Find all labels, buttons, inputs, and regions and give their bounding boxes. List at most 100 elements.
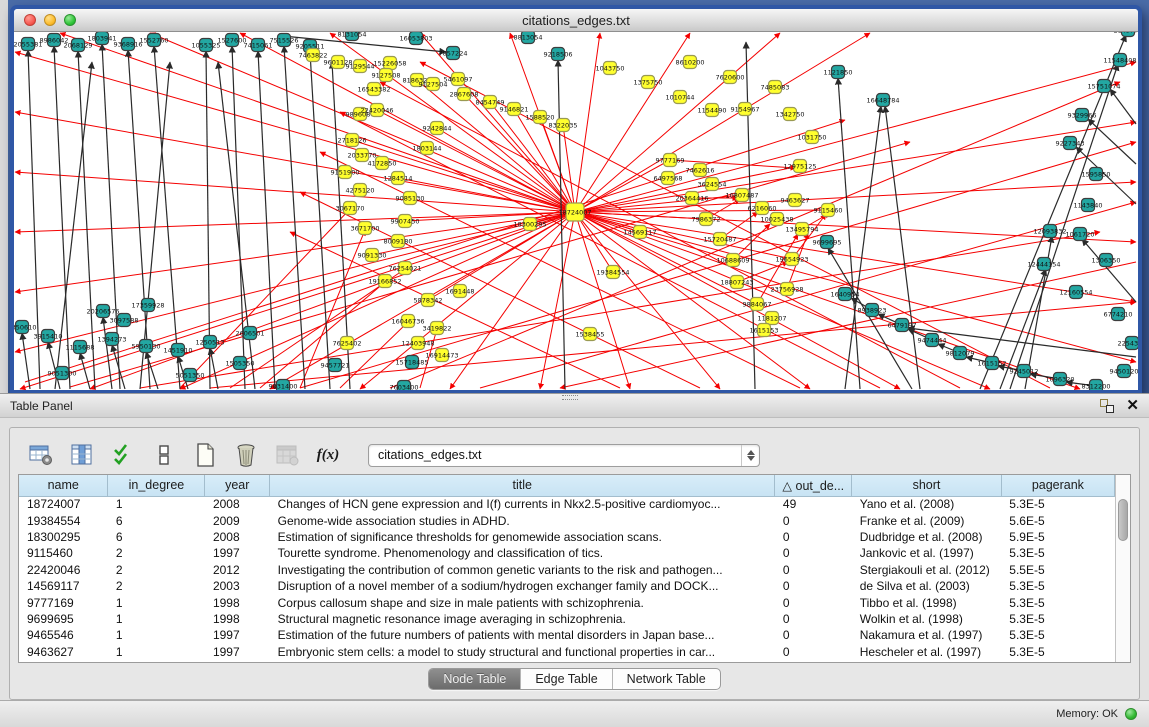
graph-node[interactable]: 1552760 [140,34,169,47]
graph-node[interactable]: 1154490 [698,104,727,117]
graph-node[interactable]: 13495794 [785,223,818,236]
graph-node[interactable]: 15718485 [395,356,428,369]
graph-node[interactable]: 9463627 [781,194,810,207]
network-graph[interactable]: 2055381898604220681291803941936891615527… [14,32,1138,390]
graph-node[interactable]: 9091330 [358,249,387,262]
graph-node[interactable]: 3671700 [351,222,380,235]
graph-node[interactable]: 1031750 [798,131,827,144]
graph-node[interactable]: 1010744 [666,91,695,104]
table-row[interactable]: 2242004622012Investigating the contribut… [19,562,1115,578]
graph-node[interactable]: 1115688 [66,341,95,354]
graph-node[interactable]: 7485083 [761,81,790,94]
select-column-icon[interactable] [69,442,95,468]
graph-node[interactable]: 11548408 [1103,54,1136,67]
graph-node[interactable]: 1250513 [196,336,225,349]
graph-edge[interactable] [70,142,910,387]
graph-node[interactable]: 15720487 [703,233,736,246]
graph-edge[interactable] [1110,89,1136,124]
combo-stepper-icon[interactable] [741,445,759,466]
column-header-title[interactable]: title [270,475,775,496]
column-header-in-degree[interactable]: in_degree [108,475,205,496]
graph-node[interactable]: 9450120 [1110,365,1138,378]
network-window-titlebar[interactable]: citations_edges.txt [14,9,1138,32]
graph-node[interactable]: 1096320 [1046,373,1075,386]
graph-node[interactable]: 7986372 [692,213,721,226]
selection-checks-icon[interactable] [110,442,136,468]
graph-node[interactable]: 1375750 [634,76,663,89]
graph-node[interactable]: 9129544 [346,60,375,73]
graph-node[interactable]: 3419822 [423,322,452,335]
graph-node[interactable]: 3097588 [110,314,139,327]
graph-edge[interactable] [78,51,95,389]
graph-node[interactable]: 8009180 [384,235,413,248]
graph-node[interactable]: 2254330 [1118,337,1138,350]
tab-node-table[interactable]: Node Table [429,669,521,689]
graph-node[interactable]: 1595850 [1082,168,1111,181]
graph-node[interactable]: 7462616 [686,164,715,177]
table-panel-titlebar[interactable]: Table Panel ✕ [0,393,1149,418]
graph-node[interactable]: 1181207 [758,312,787,325]
graph-node[interactable]: 9151900 [331,166,360,179]
graph-node[interactable]: 16543382 [357,83,390,96]
graph-edge[interactable] [22,333,30,389]
graph-node[interactable]: 9699695 [813,236,842,249]
graph-node[interactable]: 2718126 [338,134,367,147]
table-row[interactable]: 1872400712008Changes of HCN gene express… [19,496,1115,512]
graph-node[interactable]: 9884067 [743,298,772,311]
graph-node[interactable]: 76254021 [388,262,421,275]
graph-node[interactable]: 9031400 [269,380,298,391]
graph-node[interactable]: 17359928 [131,299,164,312]
graph-node[interactable]: 5878342 [414,294,443,307]
graph-node[interactable]: 8813054 [514,32,543,44]
graph-node[interactable]: 8131054 [338,32,367,41]
graph-node[interactable]: 9218506 [544,48,573,61]
graph-edge[interactable] [260,282,385,388]
column-header-name[interactable]: name [19,475,108,496]
graph-node[interactable]: 7515526 [270,34,299,47]
graph-node[interactable]: 5950130 [132,340,161,353]
table-row[interactable]: 1456911722003Disruption of a novel membe… [19,578,1115,594]
column-header-short[interactable]: short [852,475,1002,496]
table-row[interactable]: 946362711997Embryonic stem cells: a mode… [19,644,1115,660]
graph-node[interactable]: 1640954 [831,288,860,301]
graph-node[interactable]: 9085130 [396,192,425,205]
table-row[interactable]: 911546021997Tourette syndrome. Phenomeno… [19,545,1115,561]
graph-node[interactable]: 9127508 [372,69,401,82]
graph-node[interactable]: 1527600 [218,34,247,47]
delete-trash-icon[interactable] [233,442,259,468]
graph-node[interactable]: 6497568 [654,172,683,185]
rows-icon[interactable] [151,442,177,468]
table-row[interactable]: 1938455462009Genome-wide association stu… [19,512,1115,528]
graph-edge[interactable] [575,33,600,212]
graph-node[interactable]: 2867608 [450,88,479,101]
graph-edge[interactable] [128,50,150,389]
graph-node[interactable]: 16046736 [391,315,424,328]
graph-node[interactable]: 9146821 [500,103,529,116]
column-header-out-de-[interactable]: △ out_de... [775,475,852,496]
graph-node[interactable]: 7620600 [716,71,745,84]
graph-edge[interactable] [240,33,575,212]
graph-node[interactable]: 16914473 [425,349,458,362]
graph-node[interactable]: 9474444 [918,334,947,347]
table-vertical-scrollbar[interactable] [1115,475,1130,662]
graph-edge[interactable] [15,52,575,212]
graph-node[interactable]: 1615152 [978,357,1007,370]
graph-node[interactable]: 9457721 [321,359,350,372]
graph-node[interactable]: 15751074 [1087,80,1120,93]
graph-node[interactable]: 1342750 [776,108,805,121]
tab-edge-table[interactable]: Edge Table [521,669,612,689]
graph-node[interactable]: 12160554 [1059,286,1092,299]
graph-node[interactable]: 9051300 [48,367,77,380]
graph-node[interactable]: 8322035 [549,119,578,132]
graph-node[interactable]: 1803144 [413,142,442,155]
graph-node[interactable]: 1394273 [98,333,127,346]
graph-node[interactable]: 1505350 [226,357,255,370]
table-settings-icon[interactable] [28,442,54,468]
graph-edge[interactable] [258,51,275,389]
tab-network-table[interactable]: Network Table [613,669,720,689]
graph-node[interactable]: 1691448 [446,285,475,298]
graph-node[interactable]: 9907450 [391,215,420,228]
graph-node[interactable]: 9154967 [731,103,760,116]
table-row[interactable]: 946554611997Estimation of the future num… [19,627,1115,643]
graph-node[interactable]: 1451910 [164,344,193,357]
